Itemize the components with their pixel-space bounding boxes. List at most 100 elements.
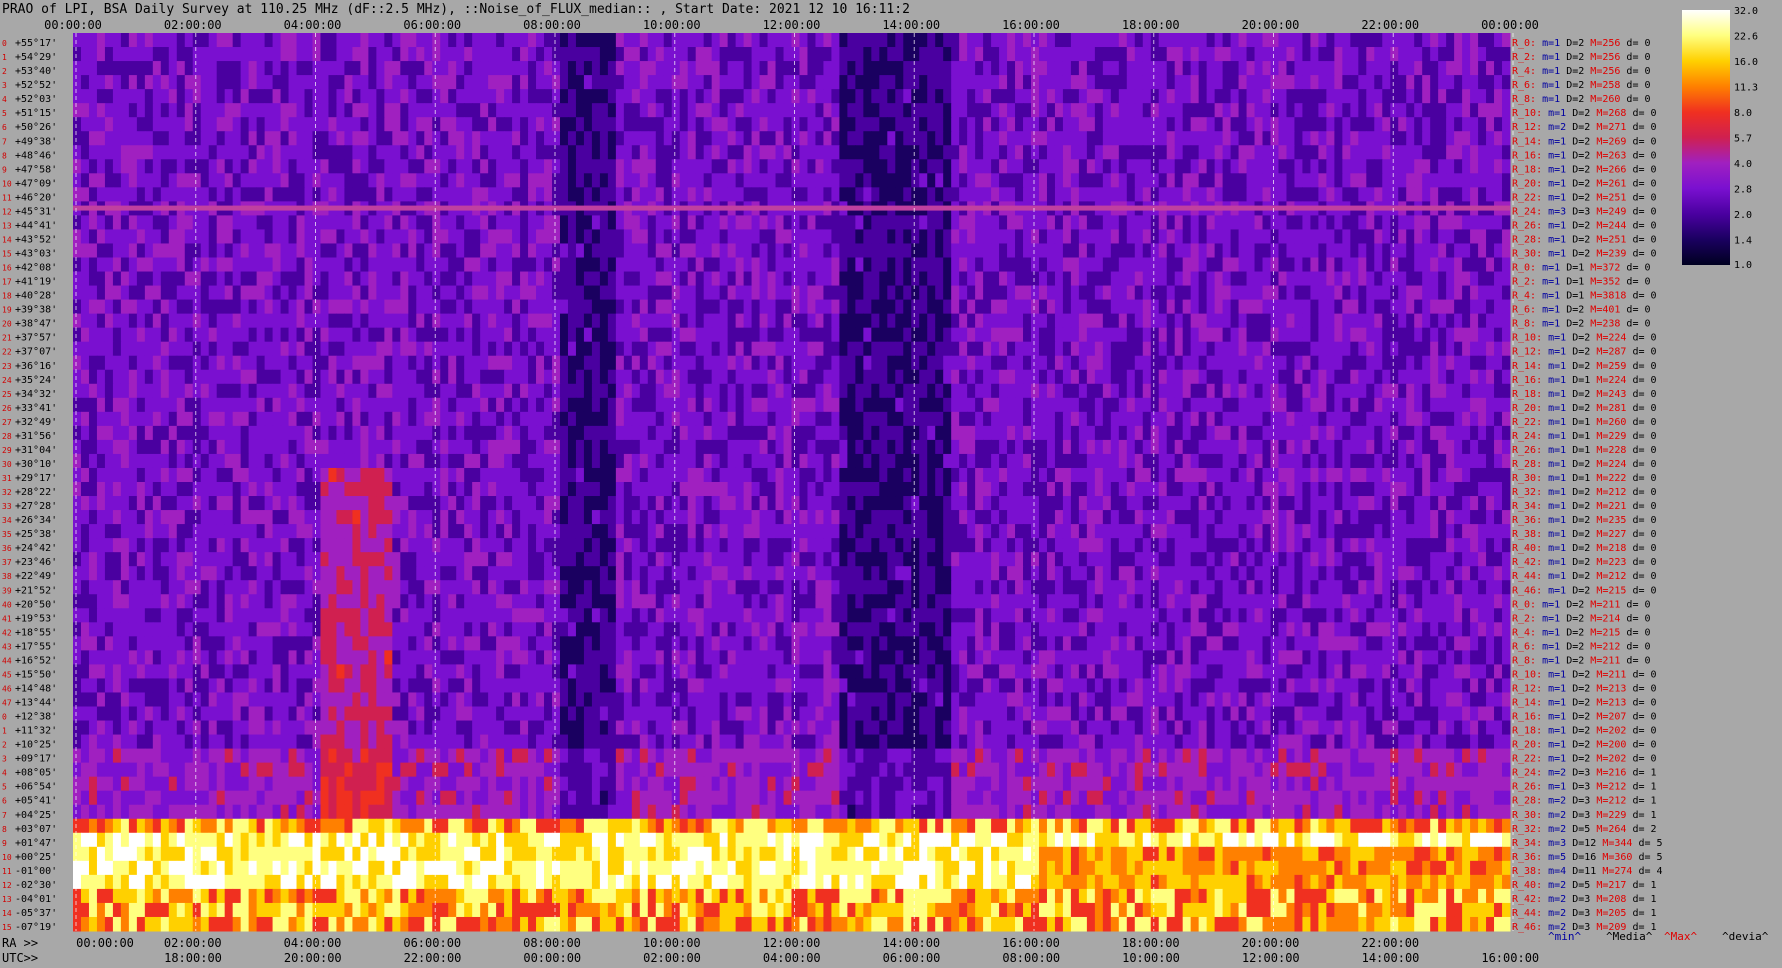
heatmap-cell: [152, 327, 162, 343]
heatmap-cell: [631, 131, 641, 146]
heatmap-cell: [687, 103, 697, 118]
heatmap-cell: [1230, 285, 1240, 301]
heatmap-cell: [759, 75, 769, 90]
heatmap-cell: [1422, 285, 1431, 301]
heatmap-cell: [695, 257, 705, 273]
heatmap-cell: [344, 33, 353, 48]
heatmap-cell: [80, 33, 90, 48]
heatmap-cell: [1142, 355, 1152, 371]
heatmap-cell: [591, 103, 601, 118]
heatmap-cell: [1230, 355, 1240, 371]
heatmap-cell: [863, 341, 872, 357]
heatmap-cell: [1214, 229, 1224, 244]
heatmap-cell: [552, 341, 561, 357]
heatmap-cell: [1358, 355, 1367, 371]
heatmap-cell: [1454, 89, 1463, 104]
heatmap-cell: [128, 243, 138, 258]
heatmap-cell: [1118, 397, 1128, 413]
heatmap-cell: [528, 47, 537, 62]
heatmap-cell: [1158, 47, 1168, 62]
heatmap-cell: [416, 159, 425, 174]
heatmap-cell: [1070, 257, 1080, 273]
heatmap-cell: [959, 131, 968, 146]
heatmap-cell: [1238, 89, 1248, 104]
heatmap-cell: [1454, 369, 1463, 385]
heatmap-cell: [575, 271, 585, 287]
heatmap-cell: [567, 383, 577, 399]
heatmap-cell: [280, 341, 290, 357]
heatmap-cell: [1350, 257, 1359, 273]
heatmap-cell: [440, 117, 449, 132]
heatmap-cell: [376, 47, 385, 62]
heatmap-cell: [1038, 355, 1048, 371]
heatmap-cell: [120, 145, 130, 160]
heatmap-cell: [1054, 33, 1064, 48]
heatmap-cell: [743, 313, 753, 329]
heatmap-cell: [88, 327, 98, 343]
heatmap-cell: [1214, 75, 1224, 90]
heatmap-cell: [160, 313, 170, 329]
heatmap-cell: [168, 117, 178, 132]
heatmap-cell: [831, 341, 840, 357]
heatmap-cell: [416, 369, 425, 385]
heatmap-cell: [392, 369, 401, 385]
heatmap-cell: [807, 327, 816, 343]
heatmap-cell: [488, 257, 497, 273]
heatmap-cell: [464, 411, 473, 427]
heatmap-cell: [424, 215, 433, 230]
heatmap-cell: [304, 229, 313, 244]
heatmap-cell: [1310, 327, 1319, 343]
heatmap-cell: [392, 159, 401, 174]
heatmap-cell: [1174, 341, 1184, 357]
heatmap-cell: [1102, 243, 1112, 258]
heatmap-cell: [1158, 173, 1168, 188]
heatmap-cell: [528, 285, 537, 301]
heatmap-cell: [288, 341, 298, 357]
heatmap-cell: [1110, 257, 1120, 273]
heatmap-cell: [232, 61, 242, 76]
heatmap-cell: [1502, 313, 1511, 329]
heatmap-cell: [432, 229, 441, 244]
heatmap-cell: [823, 47, 832, 62]
heatmap-cell: [1126, 397, 1136, 413]
heatmap-cell: [759, 313, 769, 329]
heatmap-cell: [112, 341, 122, 357]
heatmap-cell: [823, 187, 832, 202]
heatmap-cell: [1214, 397, 1224, 413]
heatmap-cell: [743, 397, 753, 413]
heatmap-cell: [360, 327, 369, 343]
heatmap-cell: [456, 75, 465, 90]
heatmap-cell: [1414, 229, 1423, 244]
heatmap-cell: [88, 215, 98, 230]
heatmap-cell: [360, 145, 369, 160]
heatmap-cell: [623, 341, 633, 357]
heatmap-cell: [1007, 327, 1016, 343]
heatmap-cell: [831, 187, 840, 202]
heatmap-cell: [408, 397, 417, 413]
heatmap-cell: [536, 131, 545, 146]
heatmap-cell: [1158, 257, 1168, 273]
heatmap-cell: [248, 75, 258, 90]
heatmap-cell: [1038, 327, 1048, 343]
heatmap-cell: [392, 271, 401, 287]
heatmap-cell: [376, 215, 385, 230]
heatmap-cell: [799, 215, 808, 230]
heatmap-cell: [73, 117, 82, 132]
heatmap-cell: [1342, 89, 1351, 104]
heatmap-cell: [1430, 229, 1439, 244]
heatmap-cell: [1398, 229, 1407, 244]
heatmap-cell: [1406, 229, 1415, 244]
heatmap-cell: [855, 229, 864, 244]
heatmap-cell: [440, 369, 449, 385]
heatmap-cell: [144, 383, 154, 399]
heatmap-cell: [1350, 383, 1359, 399]
heatmap-cell: [1150, 257, 1160, 273]
heatmap-cell: [1046, 383, 1056, 399]
heatmap-cell: [1326, 341, 1335, 357]
heatmap-cell: [1182, 243, 1192, 258]
heatmap-cell: [496, 327, 505, 343]
heatmap-cell: [360, 61, 369, 76]
heatmap-cell: [1454, 173, 1463, 188]
heatmap-cell: [1294, 103, 1303, 118]
heatmap-cell: [759, 159, 769, 174]
